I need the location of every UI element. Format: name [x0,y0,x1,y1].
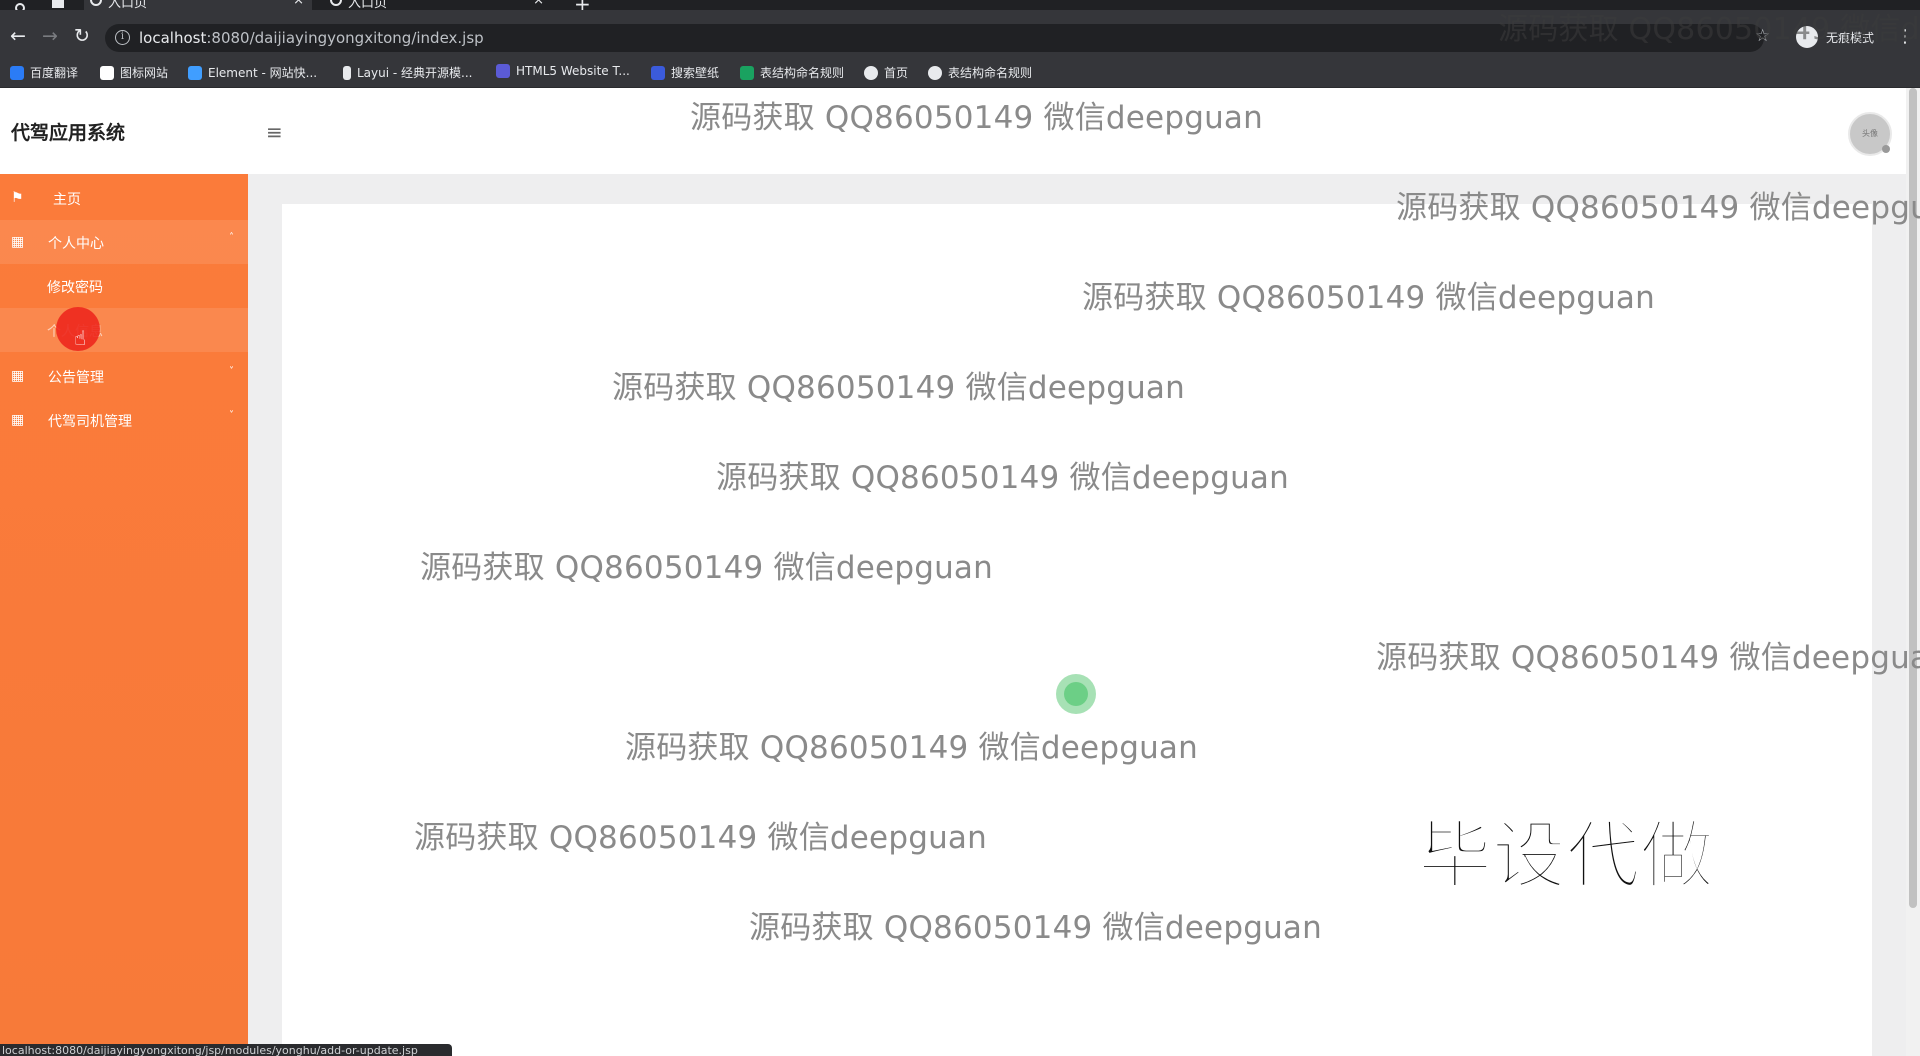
layui-icon [343,65,351,80]
sidebar-item-label: 个人中心 [48,236,104,252]
sidebar-subitem-change-password[interactable]: 修改密码 [0,264,248,308]
html5-icon [496,64,510,78]
site-info-icon[interactable]: i [115,30,130,45]
tab-close-icon[interactable]: × [533,0,544,8]
browser-app-icon[interactable] [14,0,26,13]
tab-title: 入口页 [108,0,148,11]
grid-icon: ▦ [11,368,25,384]
app-brand: 代驾应用系统 [11,122,126,144]
link-status-bar: localhost:8080/daijiayingyongxitong/jsp/… [0,1044,452,1056]
chevron-down-icon: ˅ [229,366,234,377]
watermark-text: 源码获取 QQ86050149 微信de [1498,12,1920,47]
bookmark-item[interactable]: Element - 网站快... [188,64,317,81]
forward-arrow-icon[interactable]: → [42,26,58,46]
bookmark-item[interactable]: 表结构命名规则 [740,64,844,81]
tab-favicon-icon [90,0,102,6]
promo-stamp: 毕设代做 [1417,812,1715,900]
tab-1[interactable]: 入口页 × [84,0,312,11]
sidebar: ⚑ 主页 ▦ 个人中心 ˄ 修改密码 个人信息 ▦ 公告管理 ˅ ▦ 代驾司机管… [0,174,248,1056]
loading-spinner [1056,674,1096,714]
menu-toggle-icon[interactable]: ≡ [266,120,283,144]
back-arrow-icon[interactable]: ← [10,26,26,46]
wallpaper-icon [651,65,665,80]
sidebar-item-label: 主页 [53,192,81,208]
tab-title: 入口页 [348,0,388,11]
globe-icon [864,65,878,80]
watermark-text: 源码获取 QQ86050149 微信deepguan [690,100,1263,136]
reload-icon[interactable]: ↻ [74,26,90,46]
grid-icon: ▦ [11,234,25,250]
bookmark-item[interactable]: 图标网站 [100,64,168,81]
watermark-text: 源码获取 QQ86050149 微信deepguan [716,460,1289,496]
url-text: localhost:8080/daijiayingyongxitong/inde… [139,29,484,47]
watermark-text: 源码获取 QQ86050149 微信deepguan [420,550,993,586]
sidebar-item-driver[interactable]: ▦ 代驾司机管理 ˅ [0,398,248,442]
watermark-text: 源码获取 QQ86050149 微信deepguan [1376,640,1920,676]
bookmark-item[interactable]: Layui - 经典开源模... [343,64,472,81]
status-dot [1882,145,1890,153]
tab-close-icon[interactable]: × [293,0,304,8]
sidebar-item-label: 修改密码 [47,280,103,296]
sidebar-subitem-personal-info[interactable]: 个人信息 [0,308,248,352]
bookmark-item[interactable]: 百度翻译 [10,64,78,81]
chevron-up-icon: ˄ [229,232,234,243]
watermark-text: 源码获取 QQ86050149 微信deepguan [612,370,1185,406]
sidebar-item-personal-center[interactable]: ▦ 个人中心 ˄ [0,220,248,264]
sidebar-item-label: 代驾司机管理 [48,414,132,430]
grid-icon: ▦ [11,412,25,428]
globe-icon [928,65,942,80]
bookmark-item[interactable]: HTML5 Website T... [496,64,630,78]
flag-icon: ⚑ [11,190,24,206]
element-icon [188,65,202,80]
watermark-text: 源码获取 QQ86050149 微信deepguan [1082,280,1655,316]
bookmark-item[interactable]: 搜索壁纸 [651,64,719,81]
sheet-icon [740,65,754,80]
watermark-text: 源码获取 QQ86050149 微信deepguan [749,910,1322,946]
tab-search-icon[interactable] [52,0,64,8]
page-scrollbar[interactable] [1906,88,1920,1056]
hand-cursor-icon: ☝ [74,326,87,350]
watermark-text: 源码获取 QQ86050149 微信deepguan [414,820,987,856]
flag-icon [100,65,114,80]
chevron-down-icon: ˅ [229,410,234,421]
sidebar-item-notice[interactable]: ▦ 公告管理 ˅ [0,354,248,398]
translate-icon [10,65,24,80]
sidebar-item-label: 公告管理 [48,370,104,386]
watermark-text: 源码获取 QQ86050149 微信deepguan [625,730,1198,766]
tab-2[interactable]: 入口页 × [324,0,552,11]
tab-favicon-icon [330,0,342,6]
bookmarks-bar: 百度翻译 图标网站 Element - 网站快... Layui - 经典开源模… [0,56,1920,88]
bookmark-item[interactable]: 首页 [864,64,908,81]
sidebar-item-home[interactable]: ⚑ 主页 [0,176,248,220]
bookmark-item[interactable]: 表结构命名规则 [928,64,1032,81]
watermark-text: 源码获取 QQ86050149 微信deepguan [1396,190,1920,226]
